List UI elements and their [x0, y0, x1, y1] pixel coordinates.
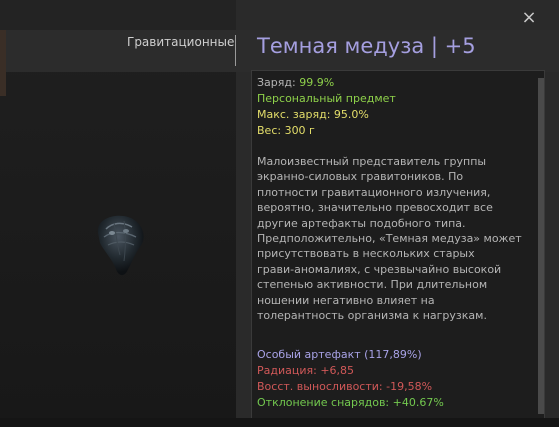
item-description: Малоизвестный представитель группы экран… — [257, 154, 527, 323]
radiation-effect: Радиация: +6,85 — [257, 364, 355, 377]
tooltip-scrollbar[interactable] — [538, 78, 544, 414]
artifact-category-label: Гравитационные — [127, 35, 235, 49]
dark-jellyfish-artifact-icon — [97, 215, 144, 276]
description-line: Предположительно, «Темная медуза» может — [257, 232, 522, 246]
bottom-edge — [0, 418, 559, 427]
projectile-deflection-effect: Отклонение снарядов: +40.67% — [257, 396, 444, 409]
special-artifact-label: Особый артефакт (117,89%) — [257, 348, 422, 361]
item-title: Темная медуза | +5 — [257, 34, 476, 58]
description-line: степенью активности. При длительном — [257, 278, 488, 292]
description-line: вероятно, значительно превосходит все — [257, 201, 493, 215]
stamina-regen-effect: Восст. выносливости: -19,58% — [257, 380, 433, 393]
description-line: присутствовать в нескольких старых — [257, 247, 475, 261]
description-line: плотности гравитационного излучения, — [257, 185, 491, 199]
close-icon[interactable]: × — [519, 8, 539, 28]
description-line: экранно-силовых гравитоников. По — [257, 170, 464, 184]
charge-value: 99.9% — [299, 76, 335, 89]
description-line: другие артефакты подобного типа. — [257, 216, 466, 230]
description-line: грави-аномалиях, с чрезвычайно высокой — [257, 262, 502, 276]
header-divider — [235, 35, 236, 66]
game-screen: Гравитационные Темная медуза | +5 × Заря… — [0, 0, 559, 427]
inventory-edge — [0, 30, 6, 96]
description-line: толерантность организма к нагрузкам. — [257, 309, 487, 323]
description-line: Малоизвестный представитель группы — [257, 155, 487, 168]
charge-row: Заряд: 99.9% — [257, 75, 334, 90]
max-charge-label: Макс. заряд: 95.0% — [257, 108, 369, 121]
weight-label: Вес: 300 г — [257, 124, 315, 137]
personal-item-label: Персональный предмет — [257, 92, 396, 105]
preview-top-strip — [0, 0, 236, 30]
charge-label: Заряд: — [257, 76, 300, 89]
description-line: ношении негативно влияет на — [257, 293, 435, 307]
